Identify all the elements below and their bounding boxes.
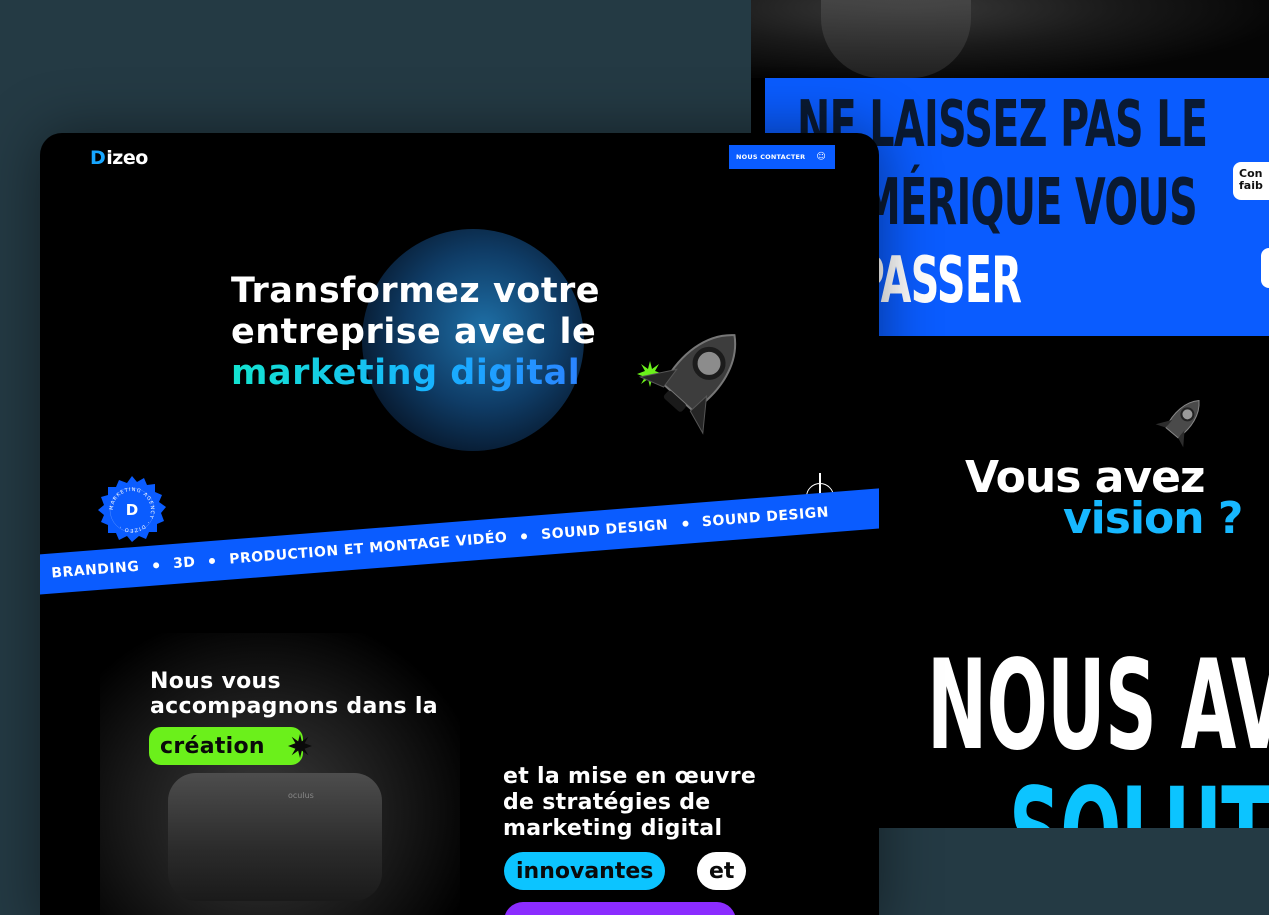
ribbon-item-3d: 3D	[172, 554, 197, 572]
accompany-text: Nous vous accompagnons dans la	[150, 669, 438, 719]
nous-avons-heading: NOUS AVONS	[927, 634, 1269, 778]
rocket-icon	[1155, 400, 1200, 448]
ribbon-item-branding: BRANDING	[50, 558, 140, 582]
logo-mark: D	[90, 147, 106, 169]
ribbon-dot	[209, 557, 216, 565]
accompany-line-1: Nous vous	[150, 669, 281, 694]
hero-line-1: Transformez votre	[231, 271, 601, 311]
smile-icon: ☺	[816, 152, 826, 162]
hero-line-2: entreprise avec le	[231, 312, 597, 352]
vision-heading: vision ?	[1063, 493, 1243, 544]
side-card	[1261, 248, 1269, 288]
strategy-text: et la mise en œuvre de stratégies de mar…	[503, 764, 756, 842]
ribbon-dot	[152, 562, 160, 569]
vr-headset-image	[168, 773, 382, 901]
logo-text: izeo	[106, 147, 148, 169]
creation-pill: création	[149, 727, 303, 765]
strategy-line-2: de stratégies de	[503, 790, 711, 815]
ribbon-item-video: PRODUCTION ET MONTAGE VIDÉO	[228, 529, 508, 568]
hero-heading: Transformez votre entreprise avec le mar…	[231, 271, 600, 394]
et-pill: et	[697, 852, 747, 890]
innovantes-pill: innovantes	[504, 852, 666, 890]
sparkle-icon	[288, 734, 312, 758]
contact-pill[interactable]: Con faib	[1233, 162, 1269, 200]
hero-line-3: marketing digital	[231, 353, 600, 394]
rocket-icon	[638, 334, 737, 435]
ribbon-item-sound-2: SOUND DESIGN	[701, 504, 830, 531]
purple-pill	[504, 902, 736, 915]
contact-pill-line-2: faib	[1239, 179, 1263, 192]
dizeo-logo[interactable]: D izeo	[90, 147, 148, 169]
badge-mark: D	[126, 501, 138, 519]
person-photo	[751, 0, 1269, 78]
ribbon-item-sound-1: SOUND DESIGN	[540, 517, 669, 544]
accompany-line-2: accompagnons dans la	[150, 694, 438, 719]
strategy-line-1: et la mise en œuvre	[503, 764, 757, 789]
solutions-heading: SOLUTIONS	[1009, 762, 1269, 828]
contact-button-label: NOUS CONTACTER	[736, 153, 806, 161]
strategy-line-3: marketing digital	[503, 816, 723, 841]
ribbon-dot	[521, 533, 528, 540]
contact-button[interactable]: NOUS CONTACTER ☺	[729, 145, 835, 169]
headset-brand: oculus	[288, 791, 314, 800]
front-mockup: D izeo NOUS CONTACTER ☺ Transformez votr…	[40, 133, 879, 915]
ribbon-dot	[681, 520, 689, 527]
agency-badge[interactable]: D MARKETING AGENCY · DIZEO ·	[98, 476, 166, 544]
